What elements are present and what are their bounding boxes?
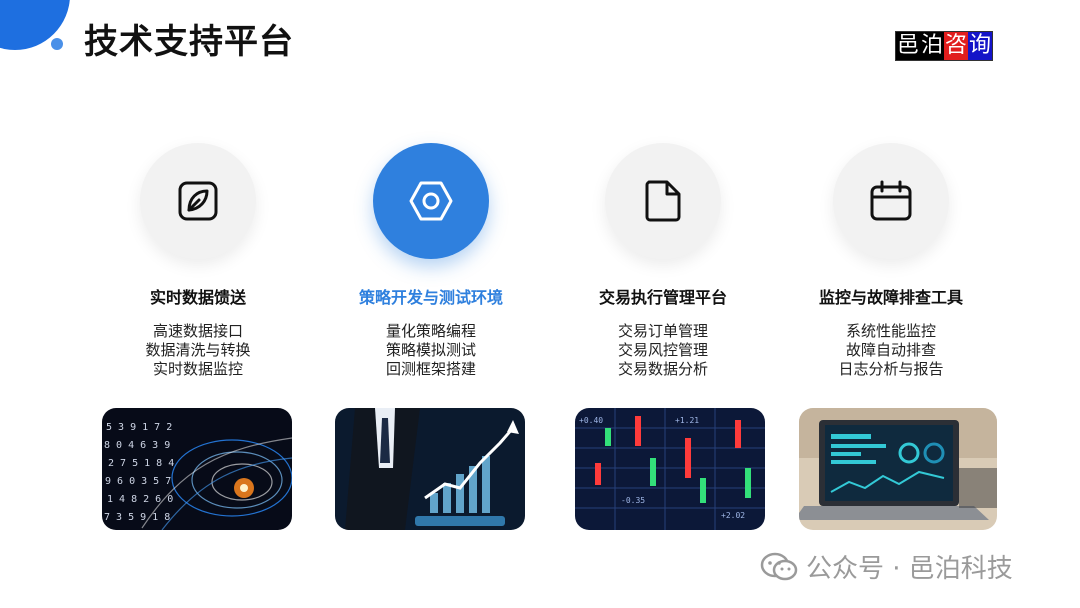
feature-icon-circle [833,143,949,259]
svg-text:+1.21: +1.21 [675,416,699,425]
feature-item: 策略模拟测试 [385,341,476,359]
feature-item: 故障自动排查 [845,341,936,359]
digital-data-tunnel-image: 5 3 9 1 7 2 8 0 4 6 3 9 2 7 5 1 8 4 9 6 … [102,408,292,530]
svg-text:-0.35: -0.35 [621,496,645,505]
feature-item: 数据清洗与转换 [145,341,251,359]
document-icon [645,180,681,222]
feature-item: 交易数据分析 [617,360,708,378]
feature-item: 回测框架搭建 [385,360,476,378]
business-chart-growth-image [335,408,525,530]
feature-column-data-feed: 实时数据馈送 高速数据接口 数据清洗与转换 实时数据监控 5 3 9 1 7 2… [88,0,308,608]
feature-item: 高速数据接口 [152,322,243,340]
wechat-watermark: 公众号 · 邑泊科技 [760,548,1013,585]
feature-column-strategy-dev: 策略开发与测试环境 量化策略编程 策略模拟测试 回测框架搭建 [321,0,541,608]
leaf-square-icon [178,181,218,221]
calendar-icon [870,180,912,221]
feature-item: 日志分析与报告 [838,360,944,378]
feature-icon-circle-active [373,143,489,259]
feature-item: 交易风控管理 [617,341,708,359]
feature-item: 量化策略编程 [385,322,476,340]
stock-ticker-board-image: +0.40 +1.21 -0.35 +2.02 [575,408,765,530]
feature-icon-circle [140,143,256,259]
feature-item: 实时数据监控 [152,360,243,378]
svg-text:7 3 5 9 1 8: 7 3 5 9 1 8 [104,512,170,523]
wechat-icon [760,552,798,580]
feature-icon-circle [605,143,721,259]
hexagon-nut-icon [409,181,453,221]
feature-column-monitoring: 监控与故障排查工具 系统性能监控 故障自动排查 日志分析与报告 [781,0,1001,608]
laptop-dashboard-image [799,408,997,530]
feature-title: 策略开发与测试环境 [358,288,503,307]
watermark-text: 公众号 · 邑泊科技 [806,554,1013,584]
svg-text:5 3 9 1 7 2: 5 3 9 1 7 2 [106,422,172,433]
svg-text:8 0 4 6 3 9: 8 0 4 6 3 9 [104,440,170,451]
feature-title: 监控与故障排查工具 [818,288,963,307]
feature-list: 量化策略编程 策略模拟测试 回测框架搭建 [321,322,541,379]
feature-list: 系统性能监控 故障自动排查 日志分析与报告 [781,322,1001,379]
svg-text:+2.02: +2.02 [721,511,745,520]
title-bullet-dot [51,38,63,50]
feature-list: 高速数据接口 数据清洗与转换 实时数据监控 [88,322,308,379]
feature-title: 实时数据馈送 [149,288,246,307]
feature-list: 交易订单管理 交易风控管理 交易数据分析 [553,322,773,379]
feature-item: 系统性能监控 [845,322,936,340]
feature-title: 交易执行管理平台 [598,288,727,307]
svg-text:2 7 5 1 8 4: 2 7 5 1 8 4 [108,458,174,469]
feature-column-trade-execution: 交易执行管理平台 交易订单管理 交易风控管理 交易数据分析 +0.40 +1.2… [553,0,773,608]
svg-text:+0.40: +0.40 [579,416,603,425]
feature-item: 交易订单管理 [617,322,708,340]
svg-text:9 6 0 3 5 7: 9 6 0 3 5 7 [105,476,171,487]
